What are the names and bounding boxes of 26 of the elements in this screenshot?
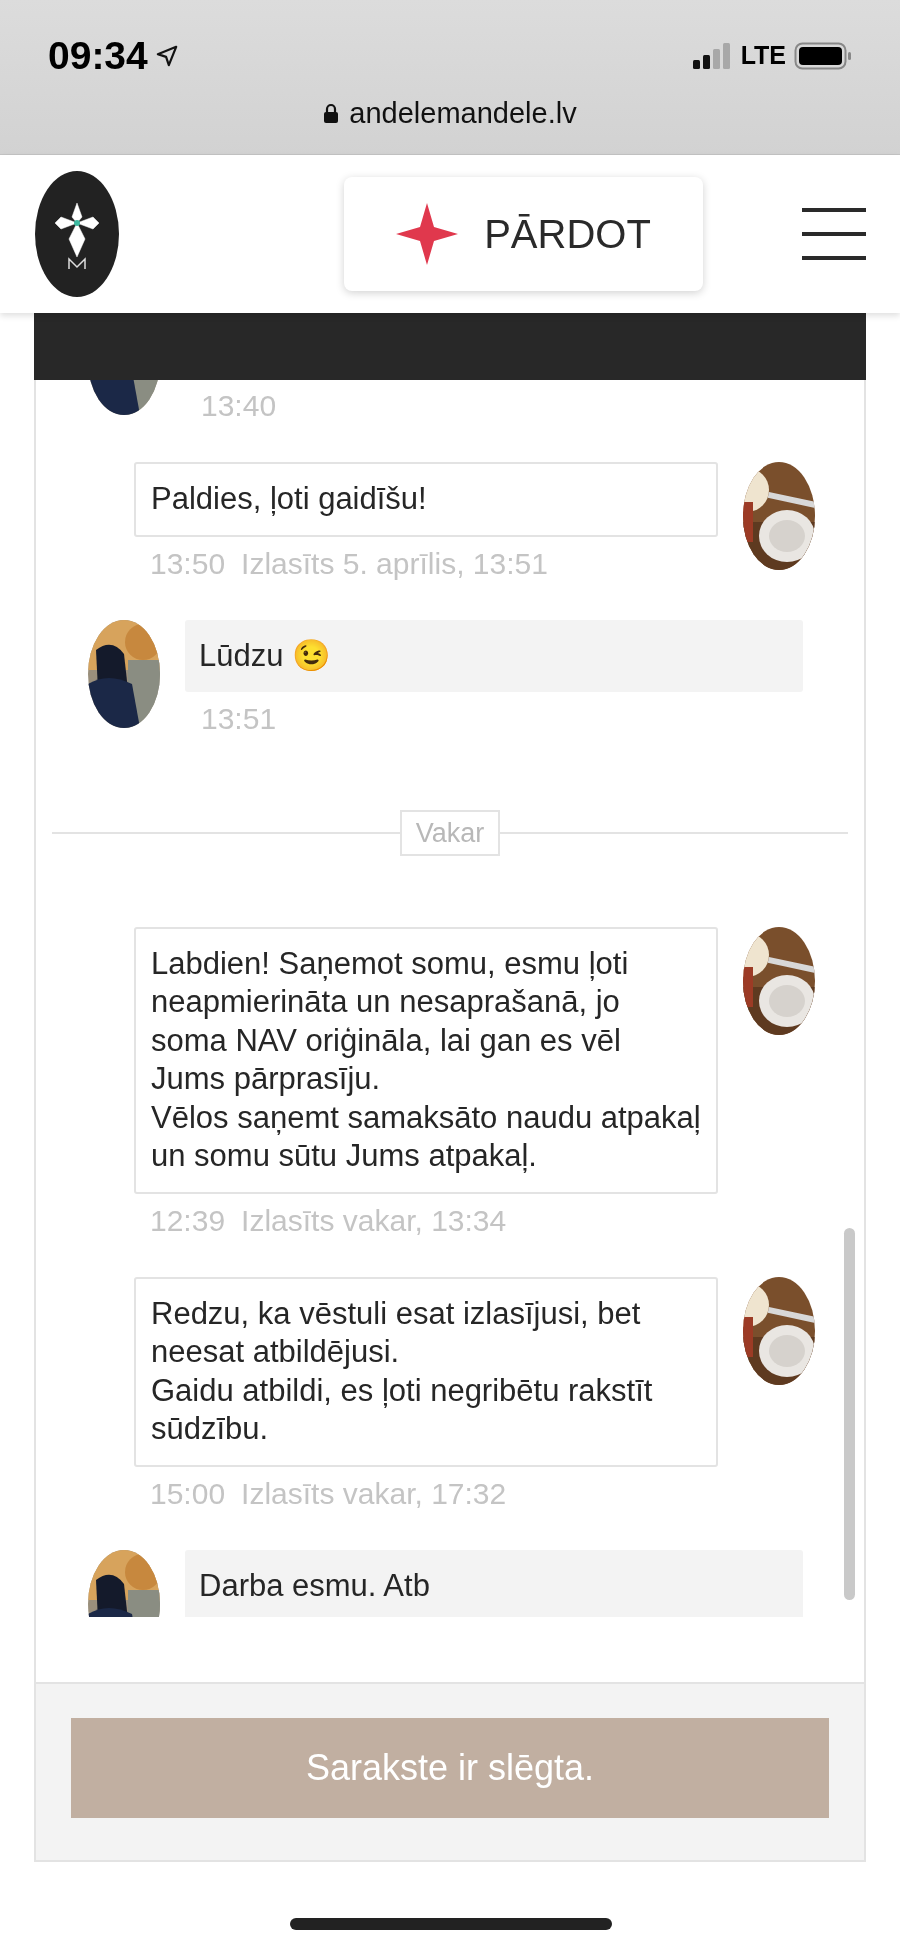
menu-icon[interactable] — [802, 206, 866, 262]
sell-button[interactable]: PĀRDOT — [344, 177, 703, 291]
network-label: LTE — [740, 40, 786, 72]
closed-notice: Sarakste ir slēgta. — [71, 1718, 829, 1818]
lock-icon — [323, 103, 340, 125]
battery-icon — [794, 42, 852, 70]
logo-icon[interactable] — [35, 171, 119, 297]
message-bubble: Darba esmu. Atb — [185, 1549, 803, 1617]
message-time: 13:51 — [201, 703, 277, 734]
location-arrow-icon — [155, 45, 178, 67]
message-bubble: Labdien! Saņemot somu, esmu ļoti neapmierināta un nesaprašanā, jo soma NAV oriģināla, lai gan es vēl Jums pārprasīju. Vēlos saņemt samaksāto naudu atpakaļ un somu sūtu Jums atpakaļ. — [134, 926, 718, 1194]
message-time: 13:50 — [150, 548, 226, 579]
read-status: Izlasīts 5. aprīlis, 13:51 — [241, 548, 548, 579]
read-status: Izlasīts vakar, 13:34 — [241, 1205, 507, 1236]
signal-icon — [692, 43, 733, 69]
message-bubble: Redzu, ka vēstuli esat izlasījusi, bet neesat atbildējusi. Gaidu atbildi, es ļoti negribētu rakstīt sūdzību. — [134, 1276, 718, 1467]
diamond-cross-icon — [396, 203, 459, 265]
message-bubble: Paldies, ļoti gaidīšu! — [134, 462, 718, 537]
clock-time: 09:34 — [48, 32, 148, 79]
date-separator: Vakar — [399, 809, 501, 856]
message-time: 13:40 — [201, 391, 277, 421]
message-bubble: Lūdzu 😉 — [185, 619, 803, 692]
url-text[interactable]: andelemandele.lv — [349, 92, 577, 136]
read-status: Izlasīts vakar, 17:32 — [241, 1478, 507, 1509]
message-time: 12:39 — [150, 1205, 226, 1236]
message-time: 15:00 — [150, 1478, 226, 1509]
